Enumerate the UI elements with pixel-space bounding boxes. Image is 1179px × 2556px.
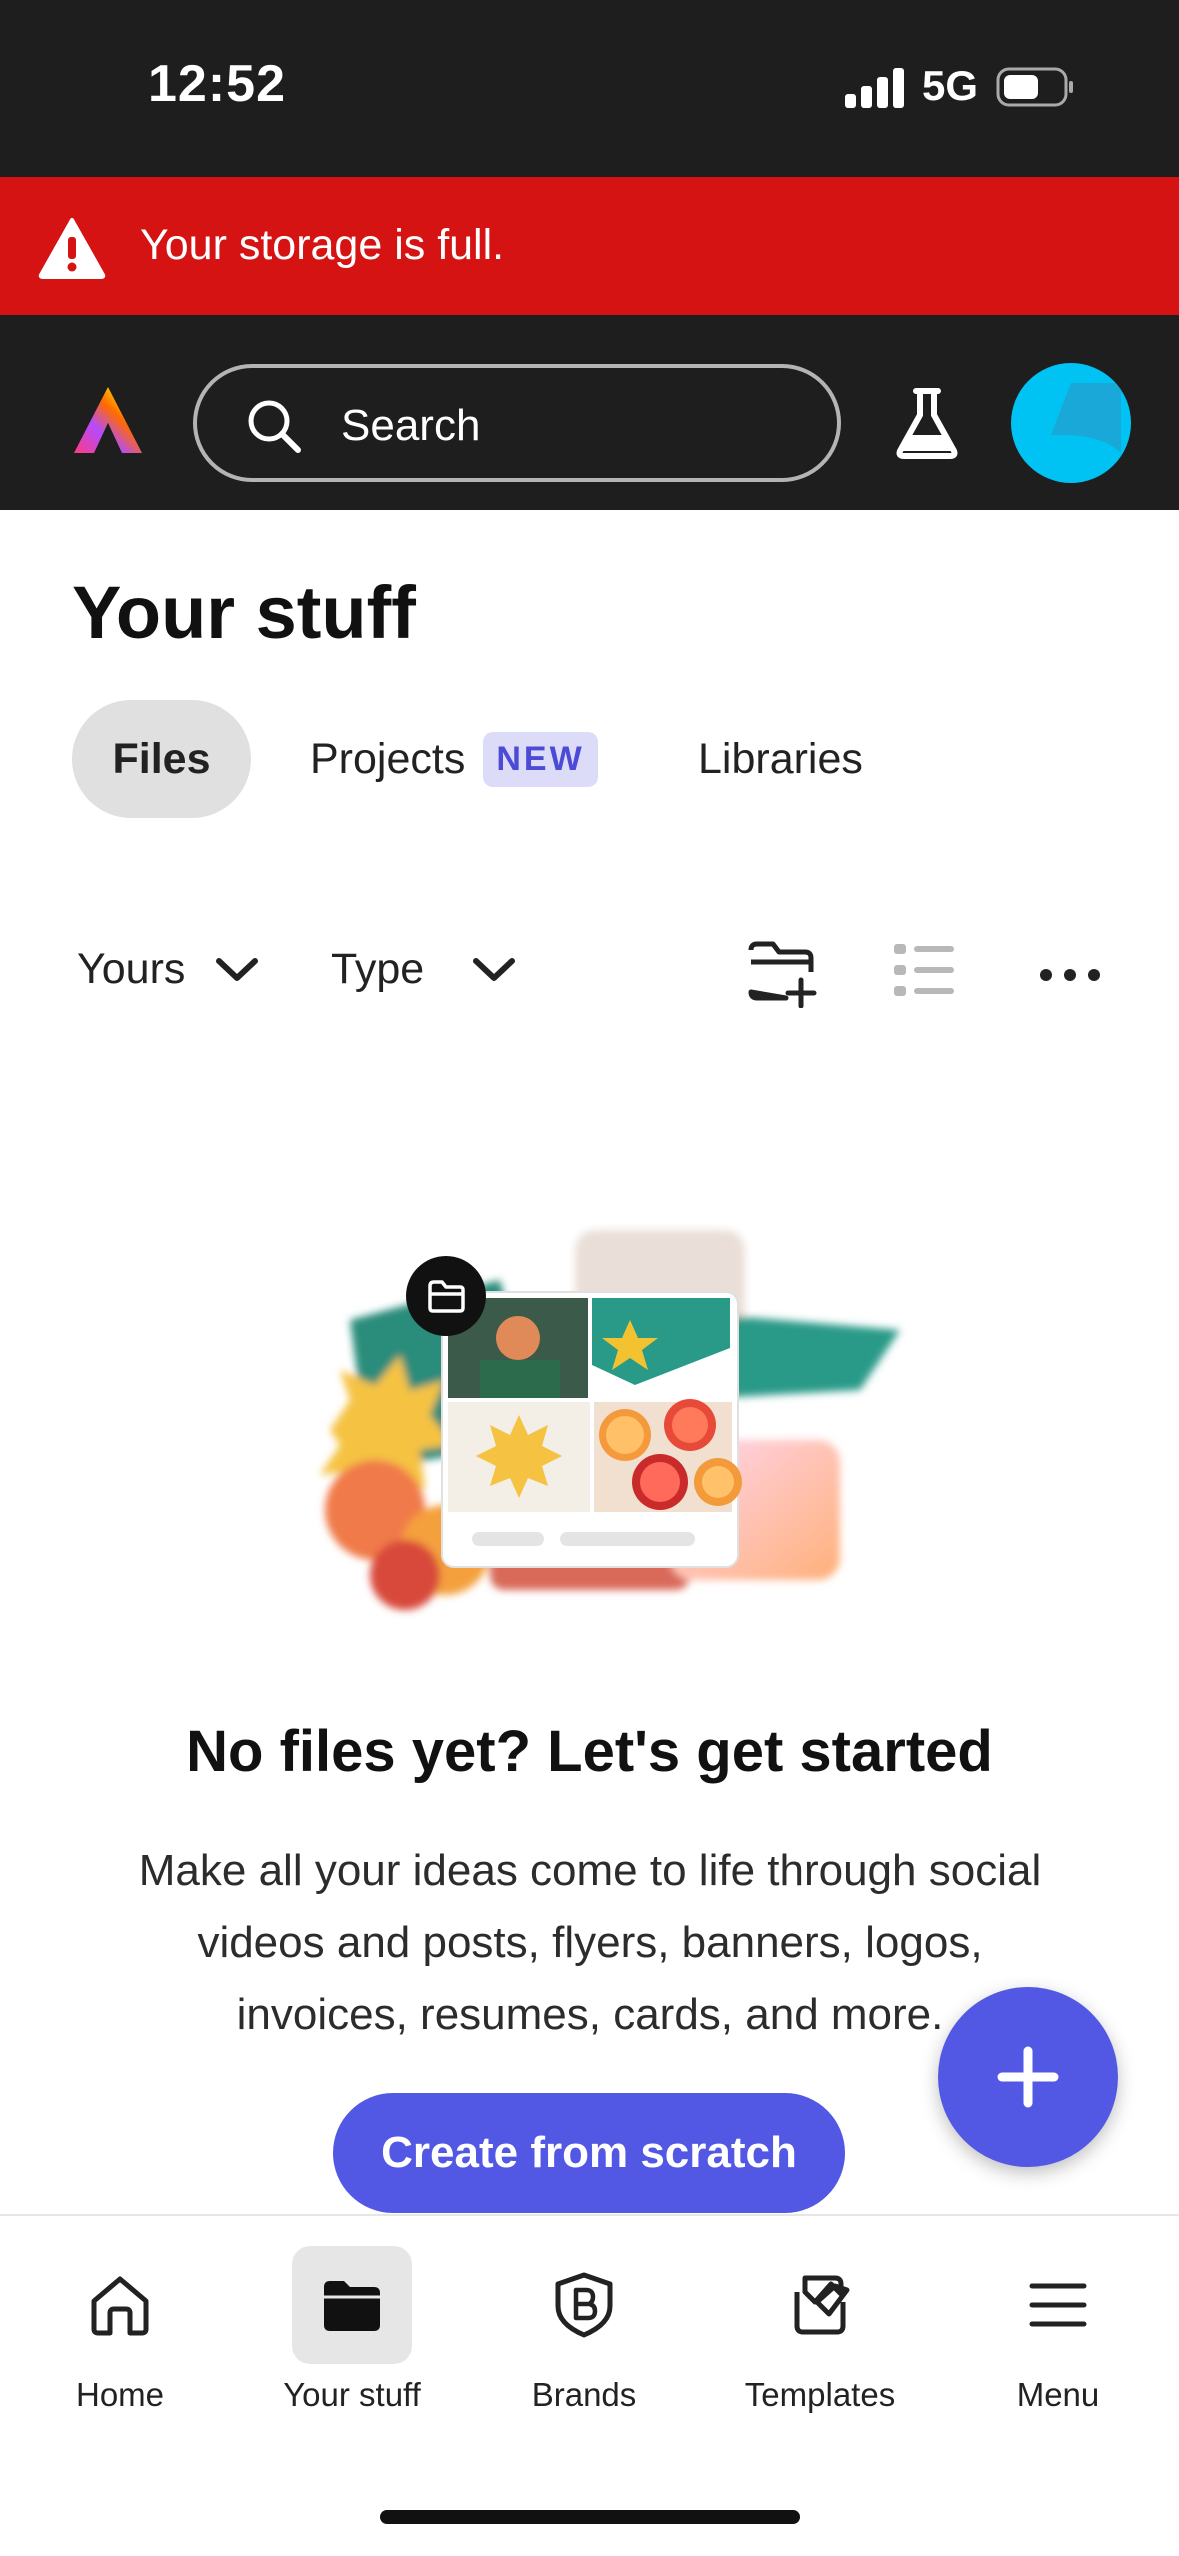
empty-state-illustration — [320, 1230, 900, 1610]
nav-brands-label: Brands — [531, 2376, 637, 2413]
home-icon — [91, 2276, 149, 2336]
battery-icon — [996, 67, 1073, 107]
storage-alert-banner[interactable]: Your storage is full. — [0, 177, 1179, 315]
app-header: Search — [0, 315, 1179, 510]
tab-libraries[interactable]: Libraries — [698, 700, 863, 818]
tab-projects-label: Projects — [310, 734, 466, 783]
nav-menu-label: Menu — [1016, 2376, 1100, 2413]
menu-icon — [1029, 2283, 1087, 2327]
signal-icon — [845, 68, 905, 108]
page-title: Your stuff — [72, 571, 416, 654]
templates-icon — [794, 2275, 850, 2335]
network-type: 5G — [922, 62, 979, 109]
bottom-navigation: Home Your stuff Brands Templates Menu — [0, 2214, 1179, 2556]
owner-filter-label: Yours — [77, 945, 186, 993]
status-bar: 12:52 5G — [0, 0, 1179, 177]
alert-message: Your storage is full. — [140, 221, 505, 269]
home-indicator — [380, 2510, 800, 2524]
search-placeholder: Search — [341, 401, 481, 450]
nav-menu-icon-wrap — [998, 2246, 1118, 2364]
warning-icon — [38, 218, 106, 279]
search-input[interactable]: Search — [193, 364, 841, 482]
nav-templates-icon-wrap — [760, 2246, 880, 2364]
empty-state-title: No files yet? Let's get started — [186, 1719, 993, 1784]
adobe-express-logo[interactable] — [70, 383, 146, 459]
create-from-scratch-button[interactable]: Create from scratch — [333, 2093, 845, 2213]
search-icon — [248, 400, 301, 453]
more-options-icon[interactable] — [1038, 938, 1102, 1002]
tab-files-label: Files — [112, 734, 211, 783]
folder-icon — [324, 2281, 380, 2331]
brands-icon — [555, 2272, 613, 2338]
nav-your-stuff-icon-wrap — [292, 2246, 412, 2364]
chevron-down-icon — [216, 957, 259, 981]
avatar[interactable] — [1011, 363, 1131, 483]
plus-icon — [997, 2046, 1059, 2108]
list-view-icon[interactable] — [892, 938, 956, 1002]
tab-files[interactable]: Files — [72, 700, 251, 818]
empty-state-description: Make all your ideas come to life through… — [138, 1846, 1042, 2039]
beaker-icon[interactable] — [892, 385, 962, 460]
chevron-down-icon — [473, 957, 516, 981]
nav-brands-icon-wrap — [524, 2246, 644, 2364]
tab-projects[interactable]: Projects NEW — [310, 700, 598, 818]
type-filter-label: Type — [331, 945, 425, 993]
nav-your-stuff-label: Your stuff — [283, 2376, 421, 2413]
tab-libraries-label: Libraries — [698, 734, 863, 783]
nav-home-label: Home — [75, 2376, 165, 2413]
new-badge: NEW — [483, 731, 598, 787]
owner-filter-dropdown[interactable]: Yours — [77, 945, 259, 994]
nav-home-icon-wrap — [60, 2246, 180, 2364]
create-fab-button[interactable] — [938, 1987, 1118, 2167]
new-folder-icon[interactable] — [746, 938, 818, 1008]
type-filter-dropdown[interactable]: Type — [331, 945, 516, 994]
avatar-shape-icon — [1051, 383, 1121, 453]
status-time: 12:52 — [148, 55, 286, 113]
nav-templates-label: Templates — [744, 2376, 896, 2413]
